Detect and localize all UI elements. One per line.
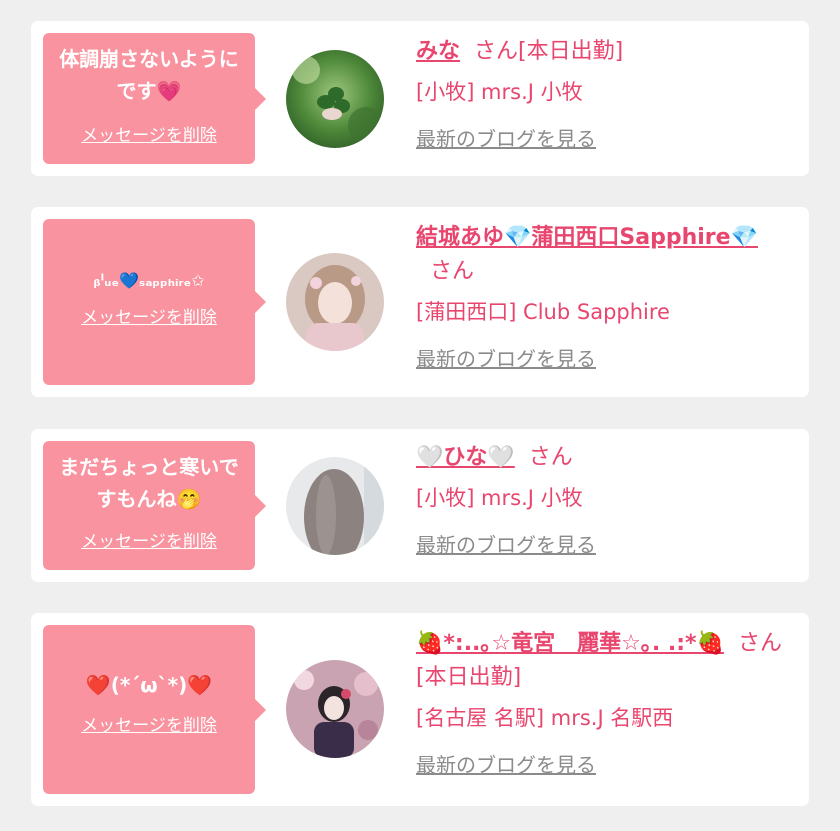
message-bubble: ᵦˡᵤₑ💙ₛₐₚₚₕᵢᵣₑ✩ メッセージを削除 [43, 219, 266, 385]
message-list: 体調崩さないようにです💗 メッセージを削除 みな さん[本日出勤] [小牧] m… [0, 0, 840, 831]
delete-message-link[interactable]: メッセージを削除 [81, 303, 217, 328]
shop-name: [小牧] mrs.J 小牧 [416, 80, 583, 104]
avatar[interactable] [286, 457, 384, 555]
shop-name: [小牧] mrs.J 小牧 [416, 486, 583, 510]
girl-info: 🍓*:..｡☆竜宮 麗華☆｡. .:*🍓 さん [本日出勤] [名古屋 名駅] mr… [416, 627, 786, 778]
latest-blog-link[interactable]: 最新のブログを見る [416, 123, 596, 152]
avatar-photo-hair [286, 457, 384, 555]
honorific: さん [430, 259, 475, 284]
message-text: 体調崩さないようにです💗 [59, 47, 239, 103]
girl-name-link[interactable]: 🤍ひな🤍 [416, 445, 515, 470]
message-text: ❤️(*´ω`*)❤️ [85, 673, 213, 697]
name-line: 🍓*:..｡☆竜宮 麗華☆｡. .:*🍓 さん [本日出勤] [416, 627, 786, 695]
avatar[interactable] [286, 660, 384, 758]
delete-message-link[interactable]: メッセージを削除 [81, 121, 217, 146]
shop-name: [蒲田西口] Club Sapphire [416, 300, 670, 324]
message-bubble: まだちょっと寒いですもんね🤭 メッセージを削除 [43, 441, 266, 570]
girl-info: 🤍ひな🤍 さん [小牧] mrs.J 小牧 最新のブログを見る [416, 441, 786, 558]
honorific: さん [474, 39, 519, 64]
name-line: みな さん[本日出勤] [416, 35, 786, 69]
delete-message-link[interactable]: メッセージを削除 [81, 527, 217, 552]
delete-message-link[interactable]: メッセージを削除 [81, 711, 217, 736]
honorific: さん [737, 631, 782, 656]
latest-blog-link[interactable]: 最新のブログを見る [416, 749, 596, 778]
message-text: ᵦˡᵤₑ💙ₛₐₚₚₕᵢᵣₑ✩ [93, 271, 205, 290]
latest-blog-link[interactable]: 最新のブログを見る [416, 343, 596, 372]
girl-name-link[interactable]: 🍓*:..｡☆竜宮 麗華☆｡. .:*🍓 [416, 631, 724, 656]
latest-blog-link[interactable]: 最新のブログを見る [416, 529, 596, 558]
name-line: 結城あゆ💎蒲田西口Sapphire💎 さん [416, 221, 786, 289]
honorific: さん [528, 445, 573, 470]
avatar-photo-clover [286, 50, 384, 148]
message-bubble: ❤️(*´ω`*)❤️ メッセージを削除 [43, 625, 266, 794]
message-card: ᵦˡᵤₑ💙ₛₐₚₚₕᵢᵣₑ✩ メッセージを削除 結城あゆ💎蒲田西口Sapphir… [31, 207, 809, 397]
avatar-photo-kimono [286, 660, 384, 758]
message-card: 体調崩さないようにです💗 メッセージを削除 みな さん[本日出勤] [小牧] m… [31, 21, 809, 176]
status-today: [本日出勤] [416, 665, 522, 690]
shop-name: [名古屋 名駅] mrs.J 名駅西 [416, 706, 674, 730]
message-card: ❤️(*´ω`*)❤️ メッセージを削除 🍓*:..｡☆竜宮 麗華☆｡. .:*… [31, 613, 809, 806]
message-text: まだちょっと寒いですもんね🤭 [59, 455, 239, 511]
girl-name-link[interactable]: 結城あゆ💎蒲田西口Sapphire💎 [416, 225, 758, 250]
girl-info: みな さん[本日出勤] [小牧] mrs.J 小牧 最新のブログを見る [416, 35, 786, 152]
message-card: まだちょっと寒いですもんね🤭 メッセージを削除 🤍ひな🤍 さん [小牧] mrs.… [31, 429, 809, 582]
message-bubble: 体調崩さないようにです💗 メッセージを削除 [43, 33, 266, 164]
avatar[interactable] [286, 253, 384, 351]
status-today: [本日出勤] [518, 39, 624, 64]
avatar-photo-portrait [286, 253, 384, 351]
girl-info: 結城あゆ💎蒲田西口Sapphire💎 さん [蒲田西口] Club Sapphir… [416, 221, 786, 372]
girl-name-link[interactable]: みな [416, 39, 460, 64]
avatar[interactable] [286, 50, 384, 148]
name-line: 🤍ひな🤍 さん [416, 441, 786, 475]
